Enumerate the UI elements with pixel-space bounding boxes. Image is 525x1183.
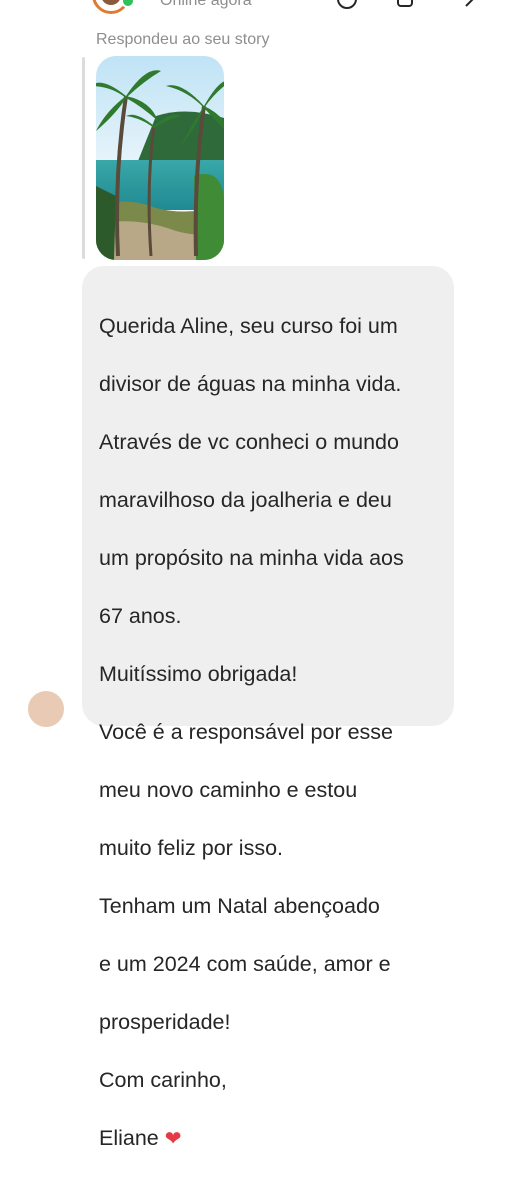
signature-name: Eliane xyxy=(99,1126,159,1150)
message-line: Tenham um Natal abençoado xyxy=(99,894,380,918)
message-line: um propósito na minha vida aos xyxy=(99,546,404,570)
message-line: Através de vc conheci o mundo xyxy=(99,430,399,454)
message-line: meu novo caminho e estou xyxy=(99,778,358,802)
message-line: divisor de águas na minha vida. xyxy=(99,372,402,396)
message-line: Com carinho, xyxy=(99,1068,227,1092)
story-thumbnail[interactable] xyxy=(96,56,224,260)
info-icon[interactable] xyxy=(462,0,484,10)
sender-avatar[interactable] xyxy=(26,689,66,729)
palm-trees-beach-image xyxy=(96,56,224,260)
heart-emoji-icon: ❤ xyxy=(164,1128,182,1150)
message-line: Você é a responsável por esse xyxy=(99,720,394,744)
message-line: prosperidade! xyxy=(99,1010,231,1034)
message-line: 67 anos. xyxy=(99,604,182,628)
message-text: Querida Aline, seu curso foi um divisor … xyxy=(99,283,444,1183)
call-icon[interactable] xyxy=(336,0,358,10)
story-reply-bar xyxy=(82,57,85,259)
message-line: Querida Aline, seu curso foi um xyxy=(99,314,398,338)
story-reply-label: Respondeu ao seu story xyxy=(96,31,270,48)
online-status-dot xyxy=(121,0,135,8)
message-line: muito feliz por isso. xyxy=(99,836,284,860)
message-signature: Eliane ❤ xyxy=(99,1124,444,1154)
online-status-text: Online agora xyxy=(160,0,252,9)
message-line: Muitíssimo obrigada! xyxy=(99,662,298,686)
video-call-icon[interactable] xyxy=(396,0,418,10)
message-line: maravilhoso da joalheria e deu xyxy=(99,488,392,512)
chat-header: Online agora xyxy=(0,0,525,14)
message-line: e um 2024 com saúde, amor e xyxy=(99,952,391,976)
